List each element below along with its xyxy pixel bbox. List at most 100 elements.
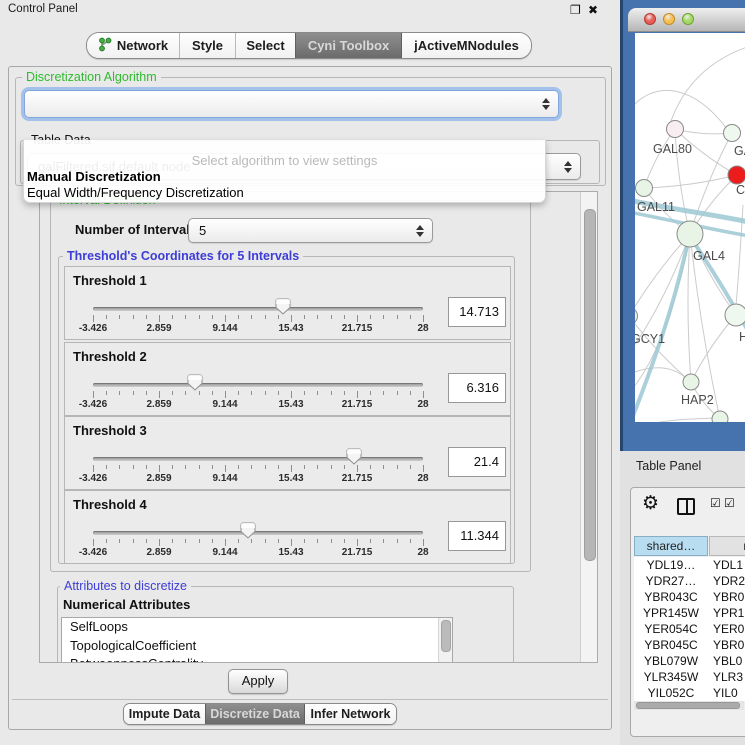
cell-name[interactable]: YBR0 [713,589,745,605]
mac-zoom-button[interactable] [682,13,694,25]
cell-name[interactable]: YPR1 [713,605,745,621]
threshold-label: Threshold 1 [73,273,147,288]
table-hscrollbar-thumb[interactable] [636,702,740,709]
table-row-ydl19[interactable]: YDL19… YDL1 [634,557,745,573]
major-tick [159,539,160,546]
mac-minimize-button[interactable] [663,13,675,25]
cell-name[interactable]: YLR3 [713,669,745,685]
dropdown-option-manual-discretization[interactable]: Manual Discretization [26,169,543,184]
tab-infer-network[interactable]: Infer Network [304,704,396,724]
major-tick [225,391,226,398]
tick-label: 15.43 [278,323,303,334]
minor-tick [199,465,200,469]
cell-shared-name[interactable]: YBL079W [634,653,708,669]
algorithm-combo[interactable] [24,90,559,118]
minor-tick [146,539,147,543]
column-header-name[interactable]: na [709,536,745,556]
table-panel: ⚙ ☑ ☑ shared… na YDL19…YDL1YDR27…YDR2YBR… [630,487,745,737]
table-row-yil052c[interactable]: YIL052C YIL0 [634,685,745,701]
cell-name[interactable]: YIL0 [713,685,745,701]
tab-impute-data[interactable]: Impute Data [124,704,205,724]
threshold-value-field[interactable]: 14.713 [448,297,506,327]
table-row-ypr145w[interactable]: YPR145W YPR1 [634,605,745,621]
network-window-titlebar[interactable] [628,8,745,32]
network-window: GAL80GACGAL11GAL4GCY1HHAP2 [620,0,745,451]
network-node[interactable] [712,411,728,422]
slider-track[interactable] [93,457,423,461]
network-node-gal80[interactable] [667,121,684,138]
number-of-intervals-combo[interactable]: 5 [188,218,433,243]
tab-discretize-data[interactable]: Discretize Data [205,704,304,724]
minor-tick [397,391,398,395]
table-row-ydr27[interactable]: YDR27… YDR2 [634,573,745,589]
cell-shared-name[interactable]: YBR045C [634,637,708,653]
network-node-gal4[interactable] [677,221,703,247]
tick-label: 28 [417,399,428,410]
cell-shared-name[interactable]: YPR145W [634,605,708,621]
network-node-ga[interactable] [724,125,741,142]
minor-tick [238,465,239,469]
cell-shared-name[interactable]: YER054C [634,621,708,637]
slider-track[interactable] [93,307,423,311]
network-node-hap2[interactable] [683,374,699,390]
network-node-gal11[interactable] [636,180,653,197]
split-view-icon[interactable] [677,498,695,515]
dropdown-option-equal-width-frequency[interactable]: Equal Width/Frequency Discretization [26,185,543,200]
cell-shared-name[interactable]: YIL052C [634,685,708,701]
list-item-topologicalcoefficient[interactable]: TopologicalCoefficient [62,637,452,656]
network-node-h[interactable] [725,304,745,326]
list-item-betweennesscentrality[interactable]: BetweennessCentrality [62,655,452,663]
algorithm-placeholder: Select algorithm to view settings [24,153,545,168]
cell-name[interactable]: YDL1 [713,557,745,573]
cell-name[interactable]: YDR2 [713,573,745,589]
network-canvas[interactable]: GAL80GACGAL11GAL4GCY1HHAP2 [635,33,745,422]
mac-close-button[interactable] [644,13,656,25]
minor-tick [397,539,398,543]
cell-name[interactable]: YBR0 [713,637,745,653]
minor-tick [238,391,239,395]
threshold-4-box: Threshold 4-3.4262.8599.14415.4321.71528… [64,490,511,564]
numerical-attributes-list[interactable]: SelfLoopsTopologicalCoefficientBetweenne… [61,617,453,663]
threshold-value-field[interactable]: 11.344 [448,521,506,551]
tab-style[interactable]: Style [179,33,235,58]
table-row-ybl079w[interactable]: YBL079W YBL0 [634,653,745,669]
table-row-yer054c[interactable]: YER054C YER0 [634,621,745,637]
cell-name[interactable]: YBL0 [713,653,745,669]
table-row-ybr043c[interactable]: YBR043C YBR0 [634,589,745,605]
apply-button[interactable]: Apply [228,669,288,694]
settings-vertical-scrollbar[interactable] [580,192,597,662]
minor-tick [410,465,411,469]
settings-scrollbar-thumb[interactable] [584,209,596,561]
cell-shared-name[interactable]: YLR345W [634,669,708,685]
cell-name[interactable]: YER0 [713,621,745,637]
tab-cyni-toolbox[interactable]: Cyni Toolbox [295,33,401,58]
checkbox-icon[interactable]: ☑ [710,496,721,510]
float-window-icon[interactable]: ❐ [570,1,581,19]
cell-shared-name[interactable]: YDR27… [634,573,708,589]
threshold-value-field[interactable]: 6.316 [448,373,506,403]
slider-track[interactable] [93,383,423,387]
slider-track[interactable] [93,531,423,535]
tick-label: 28 [417,323,428,334]
cell-shared-name[interactable]: YDL19… [634,557,708,573]
table-horizontal-scrollbar[interactable] [634,701,744,710]
threshold-value-field[interactable]: 21.4 [448,447,506,477]
tick-label: 21.715 [342,473,373,484]
tab-jactivemnodules[interactable]: jActiveMNodules [401,33,531,58]
minor-tick [199,315,200,319]
network-node-c[interactable] [728,166,745,184]
gear-icon[interactable]: ⚙ [642,494,659,514]
table-row-ylr345w[interactable]: YLR345W YLR3 [634,669,745,685]
close-panel-icon[interactable]: ✖ [588,1,598,19]
column-header-shared-name[interactable]: shared… [634,536,708,556]
list-item-selfloops[interactable]: SelfLoops [62,618,452,637]
tick-label: -3.426 [79,399,107,410]
table-row-ybr045c[interactable]: YBR045C YBR0 [634,637,745,653]
network-node-gcy1[interactable] [635,308,638,325]
checkbox-icon[interactable]: ☑ [724,496,735,510]
list-scrollbar-thumb[interactable] [441,620,451,652]
list-scrollbar[interactable] [438,618,452,662]
cell-shared-name[interactable]: YBR043C [634,589,708,605]
tab-network[interactable]: Network [87,33,179,58]
tab-select[interactable]: Select [235,33,295,58]
